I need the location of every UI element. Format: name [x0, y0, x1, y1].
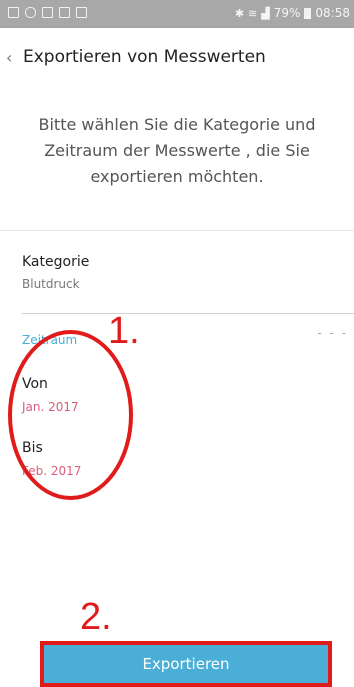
divider	[0, 230, 354, 231]
status-bar: ✱ ≋ ▟ 79% 08:58	[0, 0, 354, 28]
app-bar: ‹ Exportieren von Messwerten	[0, 28, 354, 88]
period-trailing-dashes: - - -	[317, 326, 348, 340]
wifi-icon: ≋	[248, 6, 258, 20]
cloud-icon	[25, 7, 36, 18]
message-icon	[59, 7, 70, 18]
page-title: Exportieren von Messwerten	[23, 47, 266, 67]
battery-percent: 79%	[273, 6, 301, 20]
export-button-highlight: Exportieren	[40, 641, 332, 687]
export-button[interactable]: Exportieren	[44, 645, 328, 683]
divider	[22, 313, 354, 314]
category-label: Kategorie	[22, 254, 90, 270]
battery-icon	[304, 7, 312, 19]
chevron-left-icon[interactable]: ‹	[6, 48, 12, 67]
category-value[interactable]: Blutdruck	[22, 277, 80, 291]
main-content: Bitte wählen Sie die Kategorie und Zeitr…	[0, 88, 354, 687]
bluetooth-icon: ✱	[234, 6, 245, 20]
status-right: ✱ ≋ ▟ 79% 08:58	[235, 6, 350, 20]
image-icon	[8, 7, 19, 18]
annotation-ellipse	[8, 330, 133, 500]
annotation-step-1: 1.	[108, 310, 140, 352]
clock: 08:58	[315, 6, 350, 20]
status-left-icons	[8, 7, 87, 18]
intro-text: Bitte wählen Sie die Kategorie und Zeitr…	[38, 115, 316, 186]
signal-icon: ▟	[261, 6, 270, 20]
image-icon	[76, 7, 87, 18]
annotation-step-2: 2.	[80, 596, 112, 638]
image-icon	[42, 7, 53, 18]
